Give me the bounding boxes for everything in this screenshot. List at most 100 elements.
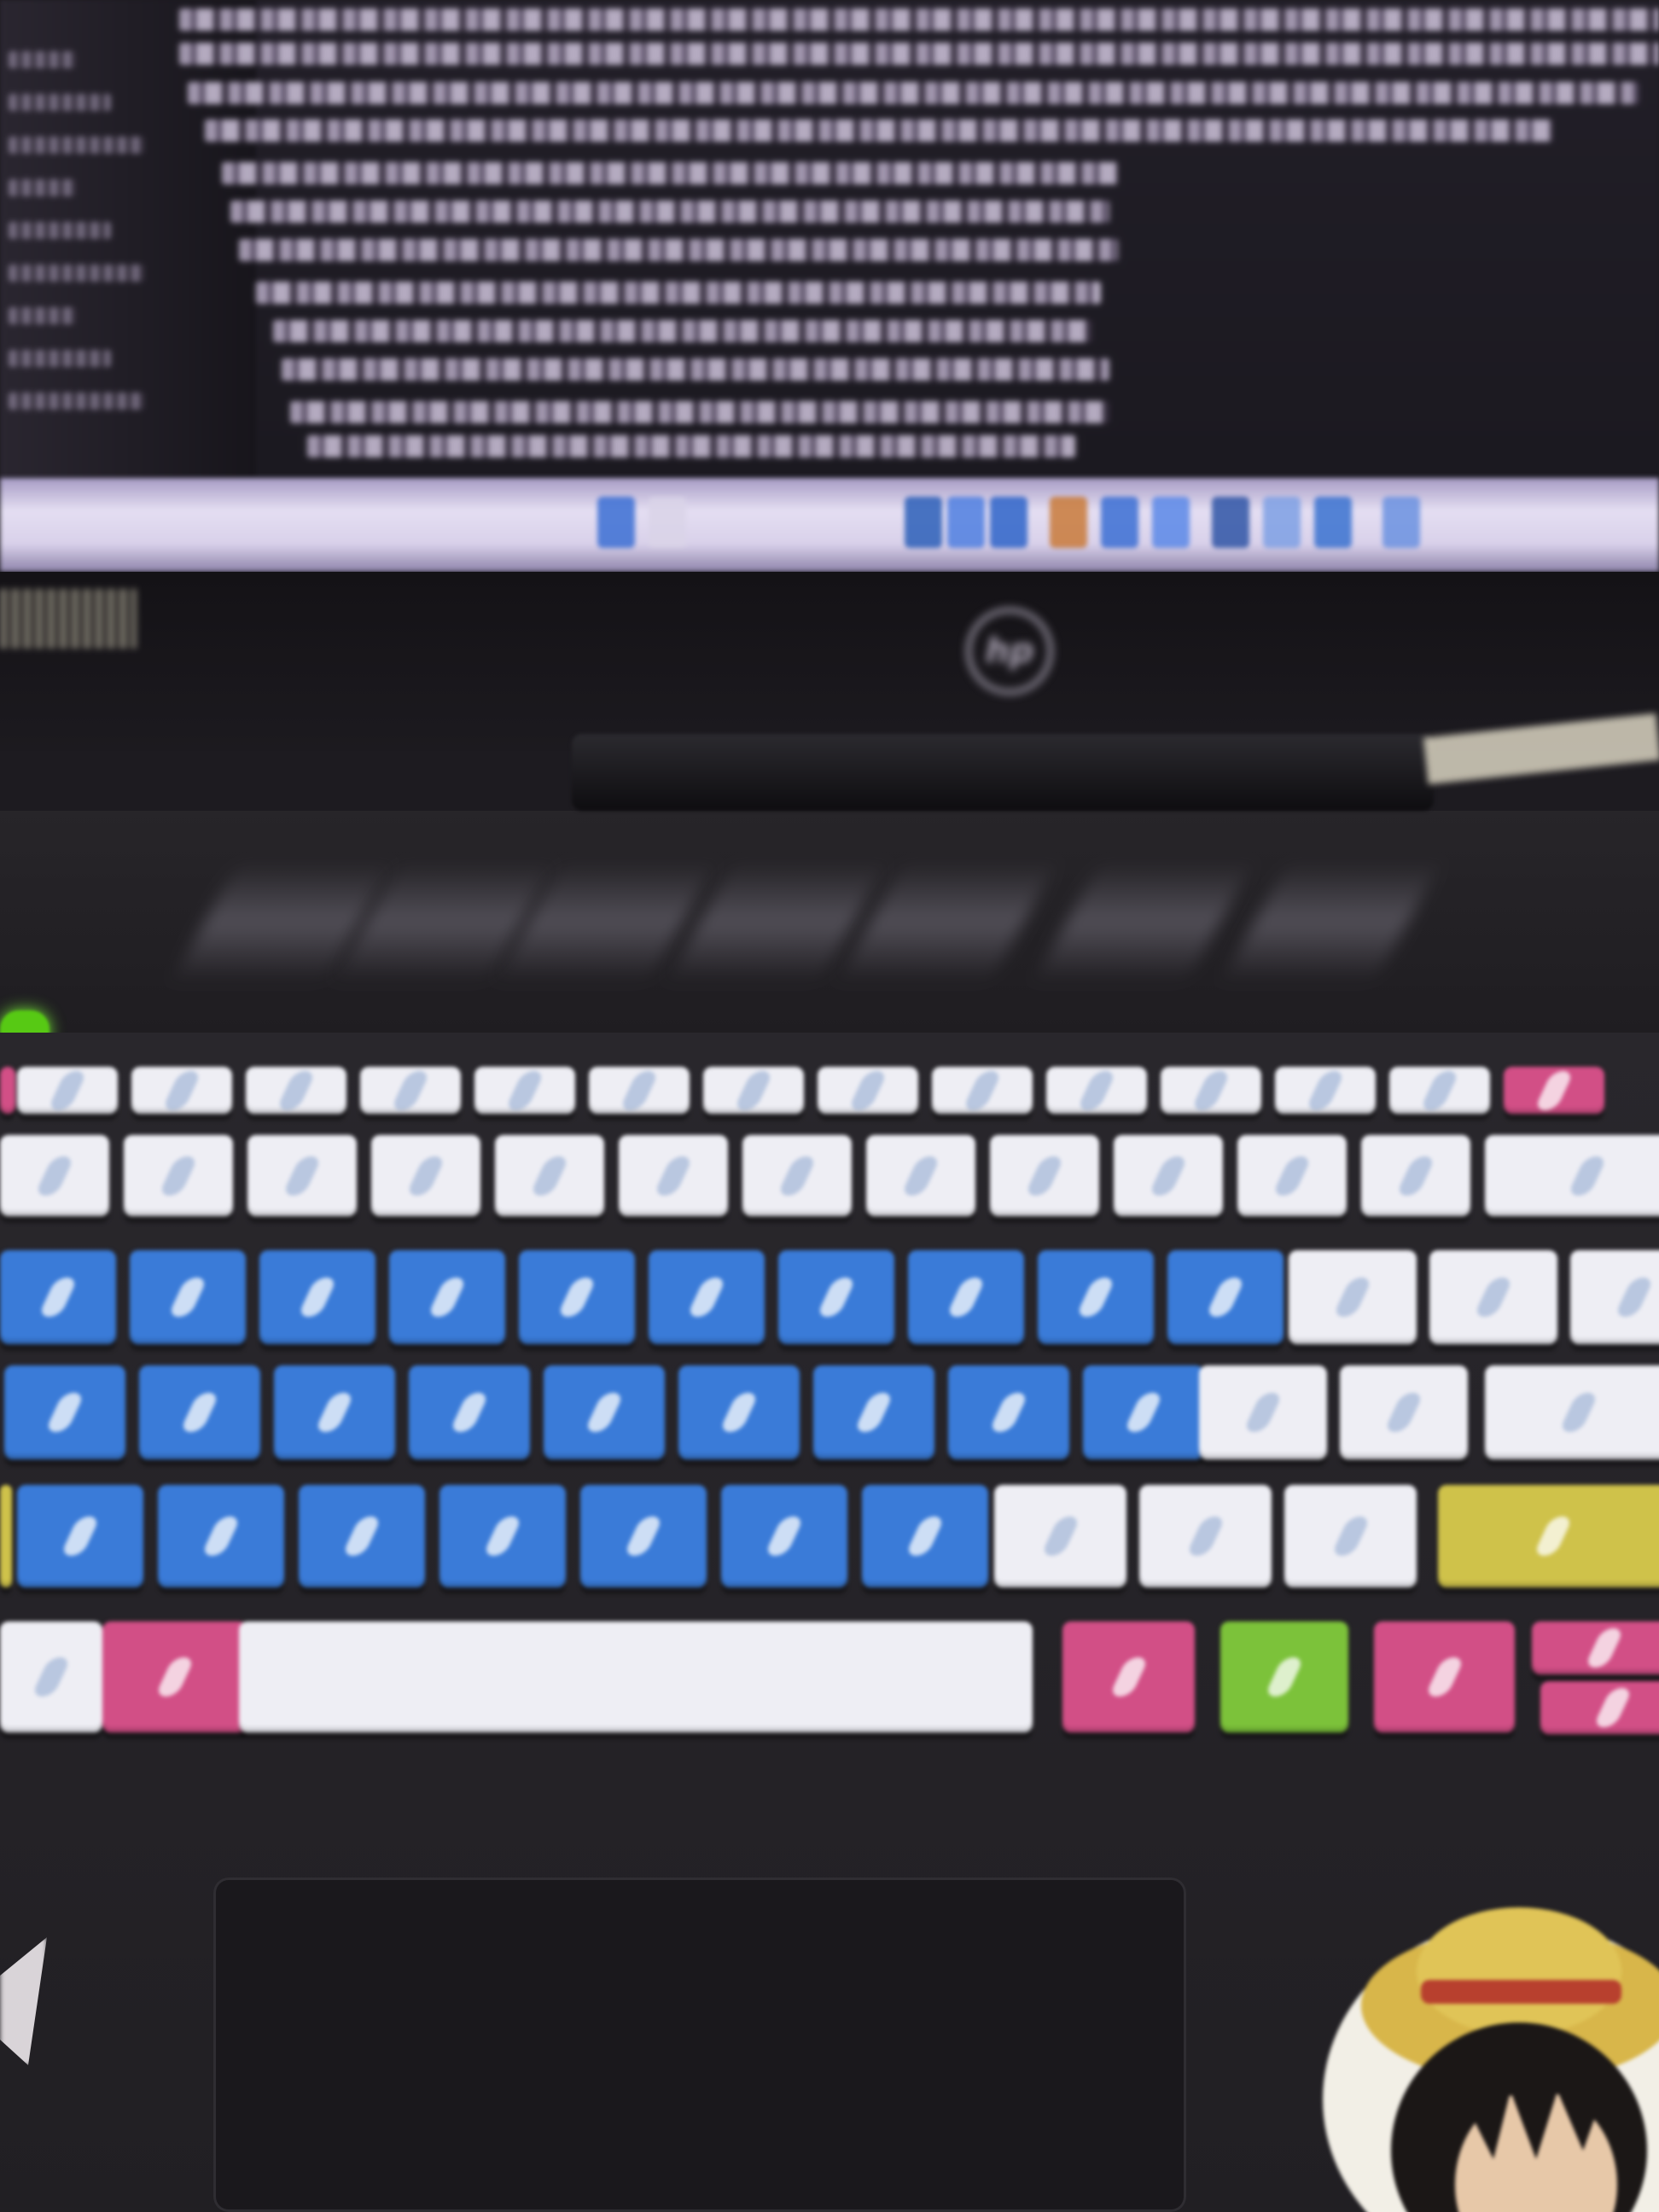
keyboard-key[interactable]	[990, 1135, 1099, 1216]
key-legend	[988, 1393, 1029, 1432]
keyboard-key[interactable]	[1504, 1067, 1604, 1114]
keyboard-key[interactable]	[1114, 1135, 1223, 1216]
keyboard[interactable]	[0, 1054, 1659, 1822]
keyboard-key[interactable]	[1139, 1485, 1272, 1587]
taskbar-app-icon[interactable]	[1101, 497, 1138, 548]
keyboard-key[interactable]	[124, 1135, 233, 1216]
keyboard-key[interactable]	[0, 1485, 12, 1587]
keyboard-key[interactable]	[139, 1365, 260, 1459]
key-legend	[1185, 1516, 1226, 1556]
keyboard-key[interactable]	[239, 1621, 1033, 1732]
taskbar[interactable]	[0, 478, 1659, 572]
keyboard-key[interactable]	[1083, 1365, 1204, 1459]
keyboard-key[interactable]	[703, 1067, 804, 1114]
keyboard-key[interactable]	[474, 1067, 575, 1114]
key-legend	[1592, 1688, 1633, 1727]
keyboard-key[interactable]	[495, 1135, 604, 1216]
taskbar-app-icon[interactable]	[649, 497, 686, 548]
keyboard-key[interactable]	[0, 1135, 109, 1216]
taskbar-app-icon[interactable]	[1382, 497, 1420, 548]
keyboard-key[interactable]	[1540, 1681, 1659, 1734]
keyboard-key[interactable]	[589, 1067, 690, 1114]
keyboard-key[interactable]	[932, 1067, 1033, 1114]
keyboard-key[interactable]	[948, 1365, 1069, 1459]
keyboard-key[interactable]	[1062, 1621, 1195, 1732]
keyboard-key[interactable]	[818, 1067, 918, 1114]
keyboard-key[interactable]	[1289, 1250, 1417, 1344]
keyboard-key[interactable]	[742, 1135, 852, 1216]
keyboard-key[interactable]	[619, 1135, 728, 1216]
keyboard-key[interactable]	[360, 1067, 461, 1114]
keyboard-key[interactable]	[1161, 1067, 1261, 1114]
keyboard-key[interactable]	[259, 1250, 375, 1344]
taskbar-app-icon[interactable]	[947, 497, 985, 548]
keyboard-key[interactable]	[102, 1621, 247, 1732]
keyboard-key[interactable]	[1485, 1365, 1659, 1459]
keyboard-key[interactable]	[0, 1250, 116, 1344]
key-legend	[341, 1516, 382, 1556]
taskbar-app-icon[interactable]	[1212, 497, 1249, 548]
taskbar-app-icon[interactable]	[1050, 497, 1087, 548]
keyboard-key[interactable]	[519, 1250, 635, 1344]
keyboard-key[interactable]	[389, 1250, 505, 1344]
keyboard-key[interactable]	[1532, 1621, 1659, 1674]
keyboard-key[interactable]	[994, 1485, 1126, 1587]
key-legend	[1473, 1278, 1514, 1317]
keyboard-key[interactable]	[1374, 1621, 1515, 1732]
keyboard-key[interactable]	[580, 1485, 707, 1587]
keyboard-key[interactable]	[1340, 1365, 1468, 1459]
keyboard-key[interactable]	[862, 1485, 988, 1587]
keyboard-key[interactable]	[1220, 1621, 1348, 1732]
keyboard-key[interactable]	[247, 1135, 357, 1216]
keyboard-key[interactable]	[721, 1485, 847, 1587]
keyboard-key[interactable]	[1570, 1250, 1659, 1344]
keyboard-key[interactable]	[130, 1250, 246, 1344]
key-legend	[179, 1393, 220, 1432]
keyboard-key[interactable]	[1438, 1485, 1659, 1587]
keyboard-key[interactable]	[1284, 1485, 1417, 1587]
keyboard-key[interactable]	[158, 1485, 284, 1587]
keyboard-key[interactable]	[299, 1485, 425, 1587]
touchpad[interactable]	[213, 1877, 1186, 2212]
windows-key-icon[interactable]	[0, 1621, 102, 1732]
sidebar-line	[9, 393, 145, 410]
keyboard-key[interactable]	[1046, 1067, 1147, 1114]
keyboard-key[interactable]	[4, 1365, 125, 1459]
keyboard-key[interactable]	[1199, 1365, 1327, 1459]
keyboard-key[interactable]	[1429, 1250, 1557, 1344]
key-legend	[653, 1155, 694, 1196]
keyboard-key[interactable]	[778, 1250, 894, 1344]
keyboard-key[interactable]	[409, 1365, 530, 1459]
keyboard-key[interactable]	[17, 1485, 143, 1587]
keyboard-key[interactable]	[866, 1135, 975, 1216]
keyboard-key[interactable]	[131, 1067, 232, 1114]
taskbar-app-icon[interactable]	[1263, 497, 1301, 548]
keyboard-key[interactable]	[1275, 1067, 1376, 1114]
keyboard-key[interactable]	[1389, 1067, 1490, 1114]
taskbar-app-icon[interactable]	[597, 497, 635, 548]
keyboard-key[interactable]	[371, 1135, 480, 1216]
key-legend	[764, 1516, 805, 1556]
keyboard-key[interactable]	[813, 1365, 934, 1459]
keyboard-key[interactable]	[678, 1365, 800, 1459]
keyboard-key[interactable]	[1361, 1135, 1470, 1216]
taskbar-app-icon[interactable]	[990, 497, 1027, 548]
keyboard-key[interactable]	[1485, 1135, 1659, 1216]
taskbar-app-icon[interactable]	[905, 497, 942, 548]
keyboard-key[interactable]	[17, 1067, 118, 1114]
keyboard-key[interactable]	[246, 1067, 346, 1114]
taskbar-app-icon[interactable]	[1152, 497, 1190, 548]
keyboard-key[interactable]	[274, 1365, 395, 1459]
keyboard-key[interactable]	[1237, 1135, 1347, 1216]
keyboard-key[interactable]	[544, 1365, 665, 1459]
keyboard-key[interactable]	[908, 1250, 1024, 1344]
keyboard-key[interactable]	[439, 1485, 566, 1587]
keyboard-key[interactable]	[1167, 1250, 1284, 1344]
keyboard-key[interactable]	[0, 1067, 15, 1114]
keyboard-key[interactable]	[649, 1250, 765, 1344]
keyboard-key[interactable]	[1038, 1250, 1154, 1344]
laptop-screen	[0, 0, 1659, 478]
taskbar-app-icon[interactable]	[1314, 497, 1352, 548]
key-legend	[1243, 1393, 1284, 1432]
key-legend	[1332, 1278, 1373, 1317]
